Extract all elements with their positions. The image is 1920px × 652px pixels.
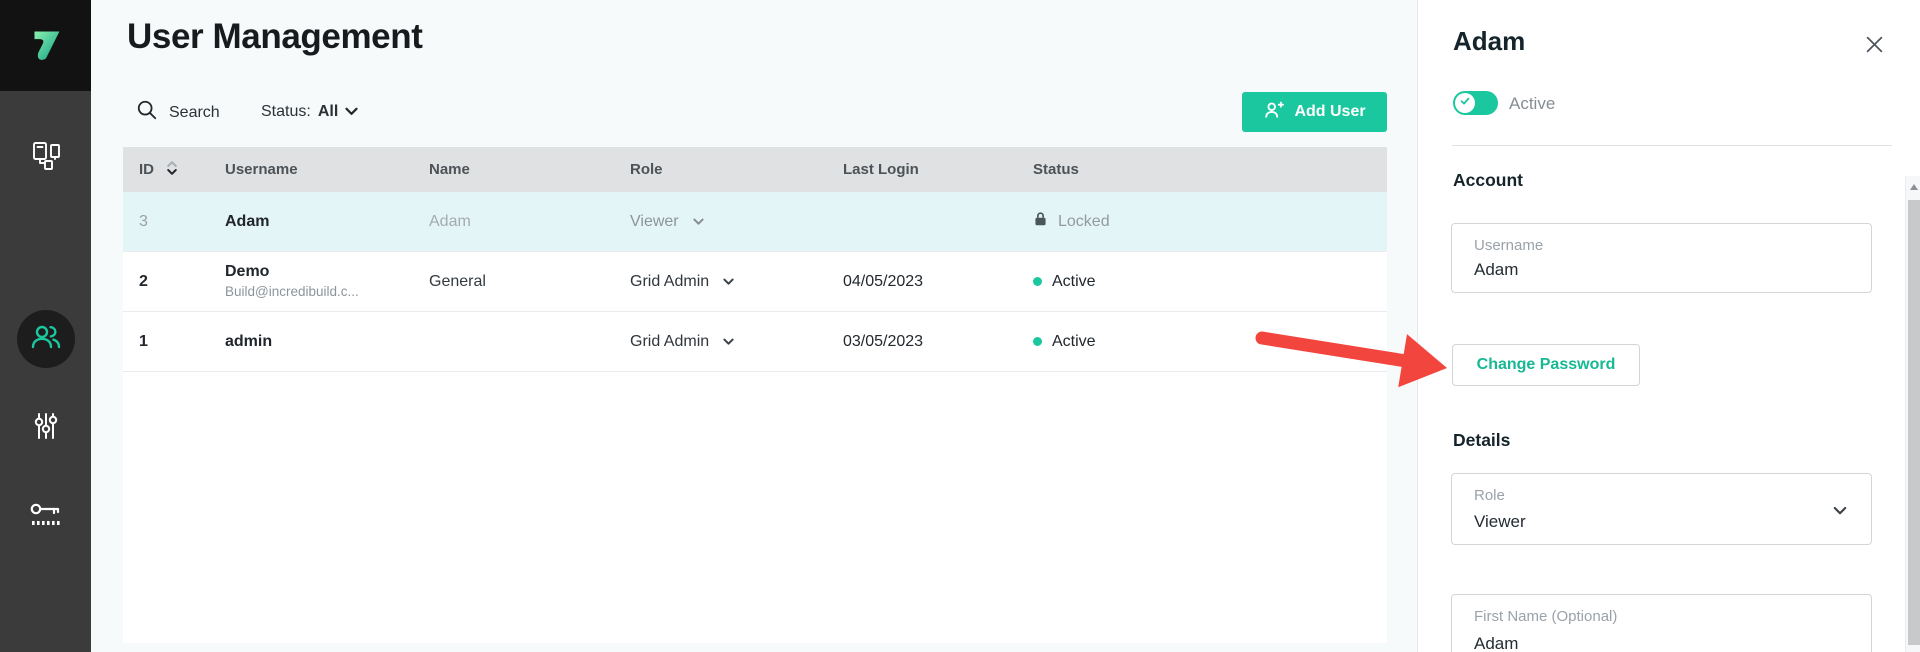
sliders-icon	[29, 409, 63, 448]
cell-last-login: 03/05/2023	[843, 333, 1033, 351]
username-field-label: Username	[1474, 237, 1543, 254]
role-dropdown[interactable]: Grid Admin	[630, 333, 734, 351]
active-toggle-label: Active	[1509, 94, 1555, 114]
status-badge: Active	[1052, 333, 1096, 351]
key-icon	[27, 500, 65, 535]
sidebar-item-license[interactable]	[0, 483, 91, 551]
first-name-field[interactable]: First Name (Optional) Adam	[1451, 594, 1872, 652]
status-badge: Locked	[1058, 213, 1110, 231]
sidebar-item-settings[interactable]	[0, 394, 91, 462]
app-logo	[0, 0, 91, 91]
sidebar	[0, 91, 91, 652]
column-header-status: Status	[1033, 161, 1387, 178]
cell-last-login: 04/05/2023	[843, 273, 1033, 291]
column-header-name: Name	[429, 161, 630, 178]
chevron-down-icon	[723, 333, 734, 351]
panel-scrollbar[interactable]	[1905, 176, 1920, 652]
role-value: Grid Admin	[630, 273, 709, 291]
sidebar-item-users[interactable]	[0, 305, 91, 373]
chevron-down-icon	[345, 103, 358, 121]
role-value: Viewer	[630, 213, 679, 231]
chevron-down-icon	[1833, 503, 1847, 521]
user-management-screen: User Management Search Status: All Add U…	[0, 0, 1920, 652]
divider	[1452, 145, 1892, 146]
cell-name: General	[429, 273, 630, 291]
panel-title: Adam	[1453, 26, 1525, 57]
cell-id: 2	[123, 273, 225, 291]
users-table: ID Username Name Role Last Login Status …	[123, 147, 1387, 643]
lock-icon	[1033, 211, 1048, 232]
chevron-down-icon	[723, 273, 734, 291]
username-field[interactable]: Username Adam	[1451, 223, 1872, 293]
users-icon	[28, 319, 64, 360]
scrollbar-thumb[interactable]	[1908, 200, 1920, 645]
cell-username: admin	[225, 333, 429, 351]
add-user-icon	[1263, 99, 1285, 126]
details-section-heading: Details	[1453, 430, 1510, 451]
table-header-row: ID Username Name Role Last Login Status	[123, 147, 1387, 192]
active-nav-highlight	[17, 310, 75, 368]
role-select-label: Role	[1474, 487, 1505, 504]
cell-email: Build@incredibuild.c...	[225, 283, 359, 301]
search-control[interactable]: Search	[136, 99, 220, 126]
network-computers-icon	[29, 139, 63, 178]
search-label: Search	[169, 104, 220, 122]
account-section-heading: Account	[1453, 170, 1523, 191]
first-name-field-label: First Name (Optional)	[1474, 608, 1617, 625]
status-badge: Active	[1052, 273, 1096, 291]
cell-name: Adam	[429, 213, 630, 231]
table-row-admin[interactable]: 1 admin Grid Admin 03/05/2023 Active	[123, 312, 1387, 372]
role-select-value: Viewer	[1474, 512, 1526, 532]
cell-username: Demo	[225, 262, 359, 283]
table-row-adam[interactable]: 3 Adam Adam Viewer Lock	[123, 192, 1387, 252]
cell-username: Adam	[225, 213, 429, 231]
cell-id: 3	[123, 213, 225, 231]
username-field-value: Adam	[1474, 260, 1518, 280]
table-row-demo[interactable]: 2 Demo Build@incredibuild.c... General G…	[123, 252, 1387, 312]
close-icon	[1866, 36, 1883, 58]
chevron-down-icon	[693, 213, 704, 231]
column-header-last-login: Last Login	[843, 161, 1033, 178]
sort-icon[interactable]	[166, 160, 178, 180]
column-header-id: ID	[139, 161, 154, 178]
role-value: Grid Admin	[630, 333, 709, 351]
check-icon	[1459, 94, 1471, 112]
user-detail-panel: Adam Active Account Username Adam Chan	[1417, 0, 1920, 652]
column-header-role: Role	[630, 161, 843, 178]
active-toggle[interactable]	[1453, 91, 1498, 115]
incredibuild-logo-icon	[23, 20, 69, 71]
role-dropdown[interactable]: Grid Admin	[630, 273, 734, 291]
status-filter-label: Status:	[261, 103, 311, 121]
sidebar-item-agents[interactable]	[0, 124, 91, 192]
cell-id: 1	[123, 333, 225, 351]
change-password-button[interactable]: Change Password	[1452, 344, 1640, 386]
column-header-username: Username	[225, 161, 429, 178]
toggle-knob	[1455, 93, 1475, 113]
active-status-dot-icon	[1033, 337, 1042, 346]
add-user-label: Add User	[1294, 103, 1365, 121]
role-dropdown[interactable]: Viewer	[630, 213, 704, 231]
close-panel-button[interactable]	[1864, 37, 1884, 57]
first-name-field-value: Adam	[1474, 634, 1518, 652]
status-filter-dropdown[interactable]: Status: All	[261, 99, 358, 125]
role-select[interactable]: Role Viewer	[1451, 473, 1872, 545]
active-status-dot-icon	[1033, 277, 1042, 286]
search-icon	[136, 99, 158, 126]
add-user-button[interactable]: Add User	[1242, 92, 1387, 132]
status-filter-value: All	[318, 103, 338, 121]
page-title: User Management	[127, 17, 422, 57]
scrollbar-up-arrow-icon[interactable]	[1910, 184, 1918, 190]
